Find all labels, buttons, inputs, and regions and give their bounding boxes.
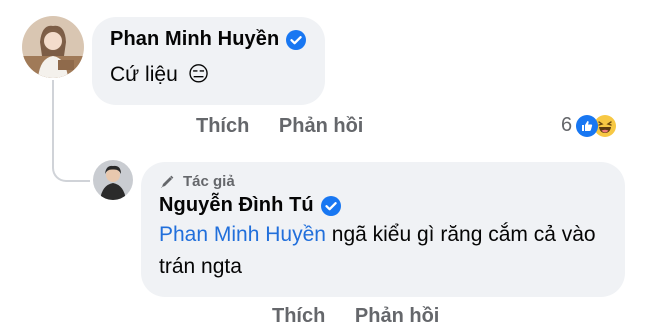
comment-text: Cứ liệu 😑 — [110, 59, 307, 91]
reaction-count: 6 — [561, 114, 573, 136]
comment-text-body: Cứ liệu — [110, 63, 178, 86]
reply-link[interactable]: Phản hồi — [279, 115, 363, 137]
reply-link[interactable]: Phản hồi — [355, 305, 439, 327]
expressionless-face-icon: 😑 — [187, 63, 210, 86]
like-link[interactable]: Thích — [272, 305, 325, 327]
author-badge-icon — [159, 174, 175, 190]
author-badge-label: Tác giả — [183, 173, 235, 190]
verified-badge-icon — [320, 195, 341, 216]
author-badge: Tác giả — [159, 173, 607, 190]
avatar-nguyen-dinh-tu[interactable] — [93, 160, 133, 200]
reply-author-name[interactable]: Nguyễn Đình Tú — [159, 194, 314, 217]
reply-author-row: Nguyễn Đình Tú — [159, 194, 607, 217]
like-reaction-icon — [576, 114, 599, 137]
reply-bubble: Tác giả Nguyễn Đình Tú Phan Minh Huyền n… — [141, 162, 625, 297]
reaction-summary[interactable]: 6 — [561, 114, 617, 137]
avatar-phan-minh-huyen[interactable] — [22, 16, 84, 78]
reply-text: Phan Minh Huyền ngã kiểu gì răng cắm cả … — [159, 219, 599, 283]
reply-actions: Thích Phản hồi — [272, 305, 463, 328]
comment-author-row: Phan Minh Huyền — [110, 28, 307, 51]
comment-actions: Thích Phản hồi — [196, 115, 387, 138]
comment-bubble: Phan Minh Huyền Cứ liệu 😑 — [92, 17, 325, 105]
mention-link[interactable]: Phan Minh Huyền — [159, 223, 326, 246]
like-link[interactable]: Thích — [196, 115, 249, 137]
verified-badge-icon — [286, 29, 307, 50]
thread-connector-line — [52, 80, 90, 182]
comment-author-name[interactable]: Phan Minh Huyền — [110, 28, 279, 51]
